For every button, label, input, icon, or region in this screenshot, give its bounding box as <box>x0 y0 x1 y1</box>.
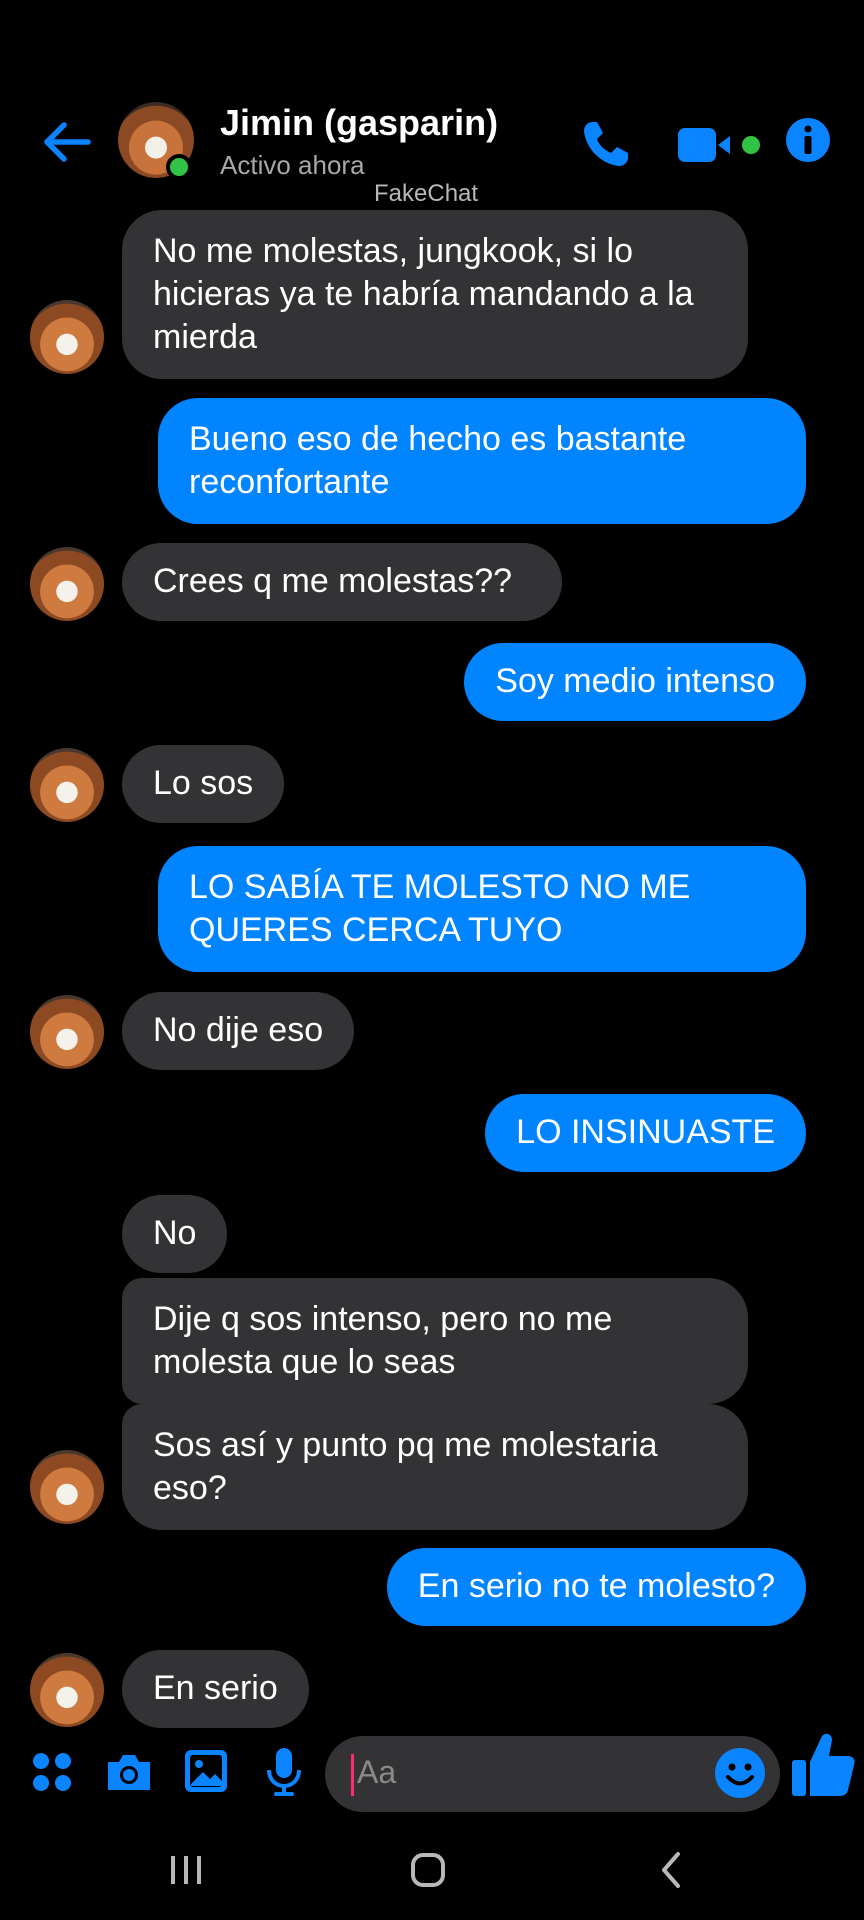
mic-icon[interactable] <box>264 1746 304 1798</box>
home-icon[interactable] <box>408 1850 448 1890</box>
message-incoming[interactable]: Crees q me molestas?? <box>122 543 562 621</box>
camera-icon[interactable] <box>104 1750 154 1794</box>
apps-icon[interactable] <box>30 1750 74 1794</box>
message-outgoing[interactable]: LO INSINUASTE <box>485 1094 806 1172</box>
avatar <box>30 547 104 621</box>
message-incoming[interactable]: No dije eso <box>122 992 355 1070</box>
message-incoming[interactable]: Sos así y punto pq me molestaria eso? <box>122 1404 748 1530</box>
message-incoming[interactable]: No me molestas, jungkook, si lo hicieras… <box>122 210 748 379</box>
message-incoming[interactable]: En serio <box>122 1650 309 1728</box>
message-outgoing[interactable]: Bueno eso de hecho es bastante reconfort… <box>158 398 806 524</box>
message-input[interactable]: Aa <box>325 1736 780 1812</box>
message-incoming[interactable]: Lo sos <box>122 745 285 823</box>
text-cursor <box>351 1754 354 1796</box>
like-icon[interactable] <box>790 1730 856 1800</box>
back-nav-icon[interactable] <box>652 1850 692 1890</box>
recent-apps-icon[interactable] <box>166 1850 206 1890</box>
message-outgoing[interactable]: En serio no te molesto? <box>386 1548 806 1626</box>
avatar <box>30 300 104 374</box>
avatar <box>30 1450 104 1524</box>
message-incoming[interactable]: No <box>122 1195 228 1273</box>
avatar <box>30 748 104 822</box>
gallery-icon[interactable] <box>183 1748 229 1794</box>
system-navigation-bar <box>0 1820 864 1920</box>
avatar <box>30 1653 104 1727</box>
avatar <box>30 995 104 1069</box>
message-outgoing[interactable]: Soy medio intenso <box>464 643 806 721</box>
message-composer: Aa <box>0 1730 864 1818</box>
message-incoming[interactable]: Dije q sos intenso, pero no me molesta q… <box>122 1278 748 1404</box>
input-placeholder: Aa <box>357 1754 397 1790</box>
emoji-icon[interactable] <box>713 1746 767 1800</box>
message-list: No me molestas, jungkook, si lo hicieras… <box>0 0 864 1728</box>
message-outgoing[interactable]: LO SABÍA TE MOLESTO NO ME QUERES CERCA T… <box>158 846 806 972</box>
